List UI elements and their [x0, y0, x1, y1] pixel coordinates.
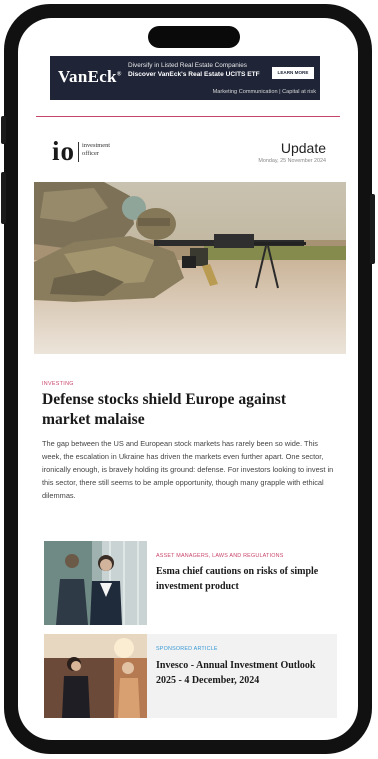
camera-notch — [148, 26, 240, 48]
vaneck-logo: VanEck® — [58, 67, 122, 86]
investment-officer-logo[interactable]: io — [52, 136, 75, 167]
ad-subheadline: Discover VanEck's Real Estate UCITS ETF — [128, 71, 260, 78]
phone-screen: VanEck® Diversify in Listed Real Estate … — [18, 18, 358, 740]
article-image-esma[interactable] — [44, 541, 147, 625]
lead-article-image[interactable] — [34, 182, 346, 354]
article-category[interactable]: ASSET MANAGERS, LAWS AND REGULATIONS — [156, 553, 284, 559]
edition-title: Update — [280, 140, 326, 156]
article-title[interactable]: Esma chief cautions on risks of simple i… — [156, 564, 326, 594]
article-title-sponsored[interactable]: Invesco - Annual Investment Outlook 2025… — [156, 658, 326, 688]
edition-date: Monday, 25 November 2024 — [258, 158, 326, 164]
ad-headline: Diversify in Listed Real Estate Companie… — [128, 62, 247, 69]
ad-disclaimer: Marketing Communication | Capital at ris… — [212, 89, 316, 95]
side-button-left-upper — [1, 116, 6, 144]
logo-wordmark-line2: officer — [82, 150, 99, 157]
article-category-sponsored[interactable]: SPONSORED ARTICLE — [156, 646, 218, 652]
lead-article-summary: The gap between the US and European stoc… — [42, 439, 334, 500]
header-divider — [36, 116, 340, 117]
side-button-right — [370, 194, 375, 264]
logo-separator — [78, 142, 79, 162]
phone-frame: VanEck® Diversify in Listed Real Estate … — [1, 4, 375, 754]
learn-more-button[interactable]: LEARN MORE — [272, 67, 314, 79]
vaneck-ad-banner[interactable]: VanEck® Diversify in Listed Real Estate … — [50, 56, 320, 100]
side-button-left-lower — [1, 172, 6, 224]
logo-wordmark-line1: investment — [82, 142, 111, 149]
lead-article-category[interactable]: INVESTING — [42, 381, 74, 387]
lead-article-headline[interactable]: Defense stocks shield Europe against mar… — [42, 390, 332, 430]
article-image-invesco[interactable] — [44, 634, 147, 718]
